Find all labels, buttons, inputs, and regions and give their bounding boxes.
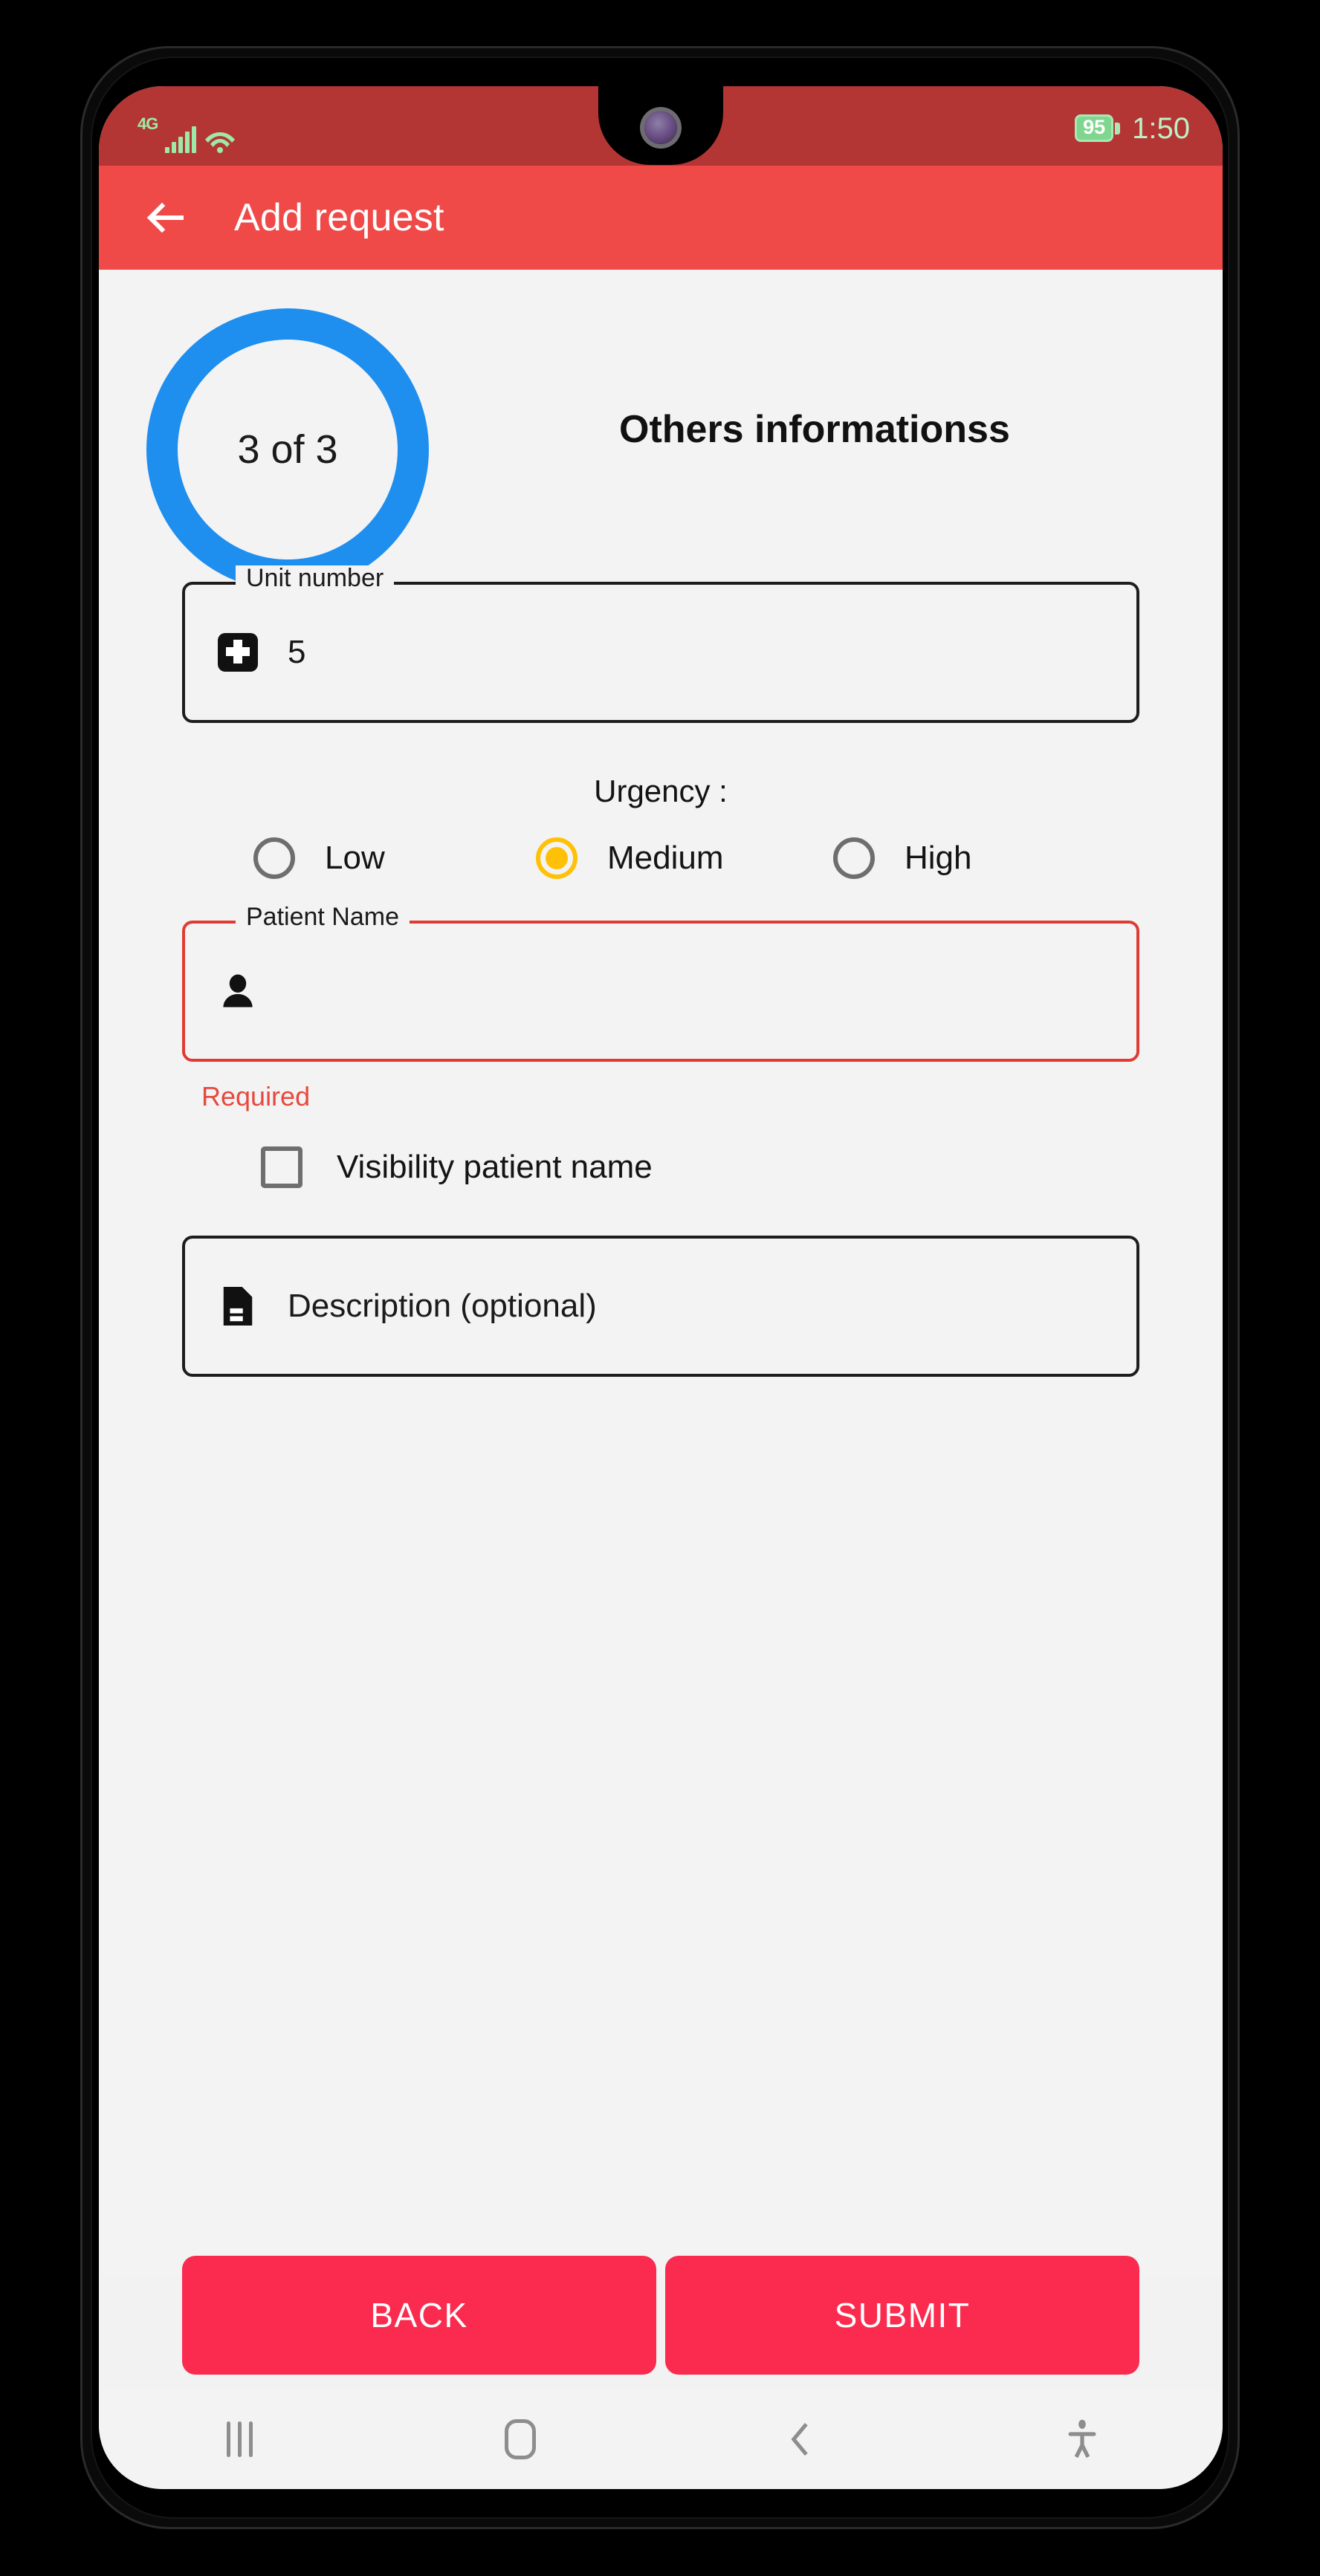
unit-number-field-wrap: Unit number 5 [182, 565, 1139, 723]
status-bar-left: 4G [138, 100, 236, 153]
urgency-option-high[interactable]: High [833, 837, 972, 879]
urgency-option-low-label: Low [325, 840, 385, 876]
visibility-patient-name-label: Visibility patient name [337, 1149, 653, 1185]
patient-name-label: Patient Name [236, 904, 410, 929]
battery-icon: 95 [1075, 114, 1121, 142]
front-camera-icon [644, 111, 677, 144]
phone-screen: 4G 95 1:50 Add request 3 of 3 Others inf… [99, 86, 1223, 2489]
signal-bars-icon [165, 126, 197, 153]
person-icon [215, 968, 261, 1014]
step-title: Others informationss [619, 408, 1010, 451]
wifi-icon [204, 126, 236, 153]
radio-icon-low [253, 837, 295, 879]
app-bar: Add request [99, 166, 1223, 270]
urgency-option-high-label: High [905, 840, 972, 876]
description-placeholder: Description (optional) [288, 1288, 597, 1324]
nav-back-icon[interactable] [661, 2390, 942, 2489]
document-icon [215, 1283, 261, 1329]
network-type-label: 4G [138, 114, 158, 133]
patient-name-input[interactable]: Patient Name [182, 904, 1139, 1062]
page-title: Add request [234, 196, 444, 239]
home-icon[interactable] [380, 2390, 661, 2489]
medical-cross-icon [215, 629, 261, 675]
recents-icon[interactable] [99, 2390, 380, 2489]
submit-button[interactable]: SUBMIT [665, 2256, 1139, 2375]
status-bar-right: 95 1:50 [1075, 109, 1190, 143]
unit-number-input[interactable]: Unit number 5 [182, 565, 1139, 723]
urgency-radio-group: Low Medium High [99, 837, 1223, 879]
accessibility-icon[interactable] [942, 2390, 1223, 2489]
visibility-patient-name-checkbox[interactable]: Visibility patient name [99, 1146, 1223, 1188]
urgency-label: Urgency : [594, 773, 728, 808]
unit-number-value: 5 [288, 634, 306, 670]
patient-name-field-wrap: Patient Name Required [182, 904, 1139, 1112]
step-progress-label: 3 of 3 [237, 427, 338, 472]
radio-icon-medium [536, 837, 578, 879]
back-arrow-icon[interactable] [139, 192, 191, 244]
battery-level-label: 95 [1075, 114, 1114, 142]
description-input[interactable]: Description (optional) [182, 1236, 1139, 1377]
description-field-wrap: Description (optional) [182, 1236, 1139, 1377]
step-header: 3 of 3 Others informationss [99, 270, 1223, 591]
checkbox-icon-unchecked [261, 1146, 302, 1188]
urgency-option-medium-label: Medium [607, 840, 724, 876]
battery-cap [1115, 122, 1121, 134]
unit-number-label: Unit number [236, 565, 395, 591]
urgency-option-medium[interactable]: Medium [536, 837, 833, 879]
urgency-option-low[interactable]: Low [253, 837, 536, 879]
status-bar-clock: 1:50 [1132, 111, 1190, 145]
action-button-row: BACK SUBMIT [99, 2256, 1223, 2375]
step-progress-ring: 3 of 3 [146, 308, 429, 591]
form-content: 3 of 3 Others informationss Unit number … [99, 270, 1223, 2276]
radio-dot-medium [546, 847, 568, 869]
patient-name-error: Required [201, 1081, 311, 1112]
radio-icon-high [833, 837, 875, 879]
back-button[interactable]: BACK [182, 2256, 656, 2375]
android-nav-bar [99, 2390, 1223, 2489]
